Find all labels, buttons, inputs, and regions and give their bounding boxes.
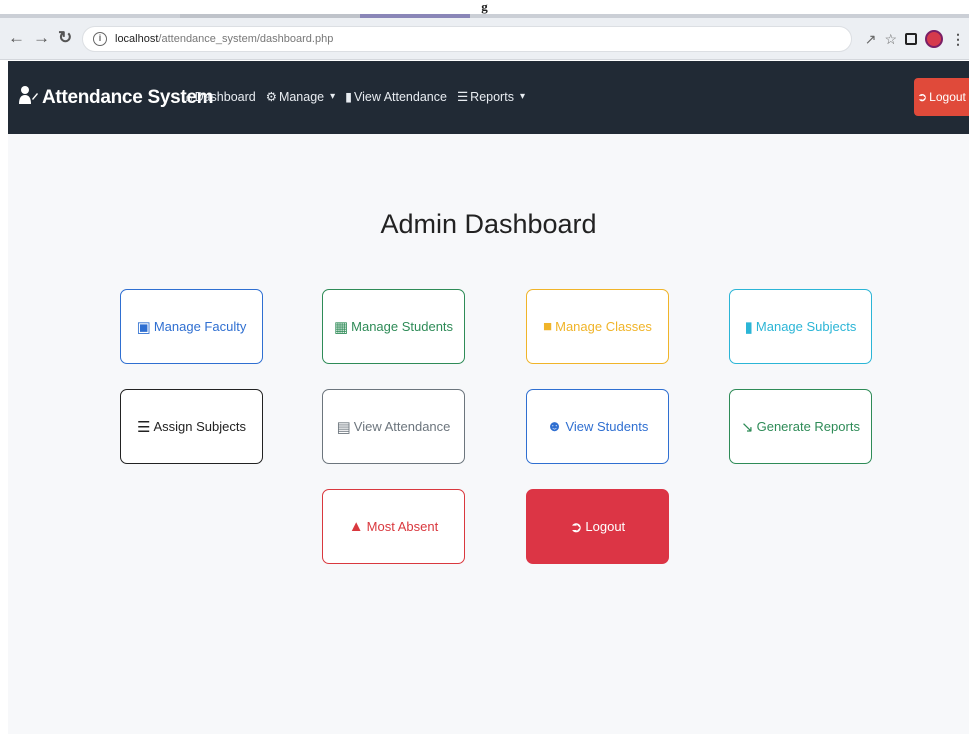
view-attendance-button[interactable]: ▤ View Attendance <box>322 389 465 464</box>
nav-dashboard-label: Dashboard <box>194 89 256 104</box>
home-icon: ⌂ <box>185 89 193 104</box>
logout-icon: ➲ <box>917 90 928 104</box>
nav-view-attendance-label: View Attendance <box>354 89 447 104</box>
clipboard-icon: ▤ <box>336 418 351 436</box>
button-label: Generate Reports <box>756 419 860 434</box>
id-badge-icon: ▮ <box>345 90 353 104</box>
caret-down-icon: ▾ <box>519 91 525 102</box>
chart-line-icon: ↘ <box>741 418 754 436</box>
user-tie-icon <box>18 85 38 111</box>
forward-arrow-icon[interactable]: → <box>33 28 50 48</box>
navbar-logout-button[interactable]: ➲ Logout <box>914 78 969 116</box>
chalkboard-icon: ▣ <box>136 318 151 336</box>
button-label: Logout <box>585 519 626 534</box>
button-label: View Students <box>565 419 649 434</box>
site-info-icon[interactable]: i <box>93 32 107 46</box>
back-arrow-icon[interactable]: ← <box>8 28 25 48</box>
manage-faculty-button[interactable]: ▣ Manage Faculty <box>120 289 263 364</box>
nav-reports-label: Reports <box>470 89 514 104</box>
menu-kebab-icon[interactable]: ⋮ <box>951 31 965 48</box>
manage-students-button[interactable]: ▦ Manage Students <box>322 289 465 364</box>
nav-view-attendance[interactable]: ▮ View Attendance <box>345 89 447 105</box>
book-icon: ▮ <box>744 318 753 336</box>
button-label: Manage Faculty <box>153 319 247 334</box>
nav-dashboard[interactable]: ⌂ Dashboard <box>185 90 256 104</box>
nav-reports-dropdown[interactable]: ☰ Reports ▾ <box>456 89 525 105</box>
page-title: Admin Dashboard <box>380 209 597 239</box>
logout-button[interactable]: ➲ Logout <box>526 489 669 564</box>
assign-subjects-button[interactable]: ☰ Assign Subjects <box>120 389 263 464</box>
most-absent-button[interactable]: ▲ Most Absent <box>322 489 465 564</box>
manage-subjects-button[interactable]: ▮ Manage Subjects <box>729 289 872 364</box>
caret-down-icon: ▾ <box>330 91 336 102</box>
button-label: View Attendance <box>353 419 451 434</box>
url-text: localhost/attendance_system/dashboard.ph… <box>115 33 334 45</box>
reload-icon[interactable]: ↻ <box>58 28 72 48</box>
users-icon: ☻ <box>546 418 563 435</box>
building-icon: ■ <box>543 318 553 335</box>
share-icon[interactable]: ↗ <box>865 31 877 48</box>
manage-classes-button[interactable]: ■ Manage Classes <box>526 289 669 364</box>
dashboard-content: Admin Dashboard ▣ Manage Faculty ▦ Manag… <box>8 134 969 734</box>
bookmark-star-icon[interactable]: ☆ <box>884 31 897 48</box>
page-caption-fragment: g <box>481 0 488 14</box>
button-label: Assign Subjects <box>153 419 246 434</box>
list-icon: ☰ <box>456 90 469 104</box>
warning-icon: ▲ <box>348 518 364 535</box>
view-students-button[interactable]: ☻ View Students <box>526 389 669 464</box>
browser-toolbar: ↗ ☆ ⋮ <box>865 28 965 50</box>
navbar-brand[interactable]: Attendance System <box>18 85 214 111</box>
list-icon: ☰ <box>137 418 151 436</box>
button-label: Manage Classes <box>555 319 652 334</box>
nav-manage-dropdown[interactable]: ⚙ Manage ▾ <box>265 89 336 105</box>
address-bar: ← → ↻ i localhost/attendance_system/dash… <box>0 18 969 60</box>
navbar-logout-label: Logout <box>929 90 966 104</box>
button-label: Most Absent <box>366 519 439 534</box>
sidebar-toggle-icon[interactable] <box>905 33 917 45</box>
button-label: Manage Students <box>351 319 454 334</box>
top-navbar: Attendance System ⌂ Dashboard ⚙ Manage ▾… <box>8 61 969 134</box>
nav-manage-label: Manage <box>278 89 325 104</box>
button-label: Manage Subjects <box>755 319 857 334</box>
generate-reports-button[interactable]: ↘ Generate Reports <box>729 389 872 464</box>
gears-icon: ⚙ <box>265 90 277 104</box>
profile-avatar[interactable] <box>925 30 943 48</box>
nav-links: ⌂ Dashboard ⚙ Manage ▾ ▮ View Attendance… <box>185 89 525 105</box>
browser-window: ← → ↻ i localhost/attendance_system/dash… <box>0 14 969 734</box>
logout-icon: ➲ <box>569 518 583 536</box>
url-input[interactable]: i localhost/attendance_system/dashboard.… <box>82 26 852 52</box>
graduate-icon: ▦ <box>333 318 349 336</box>
